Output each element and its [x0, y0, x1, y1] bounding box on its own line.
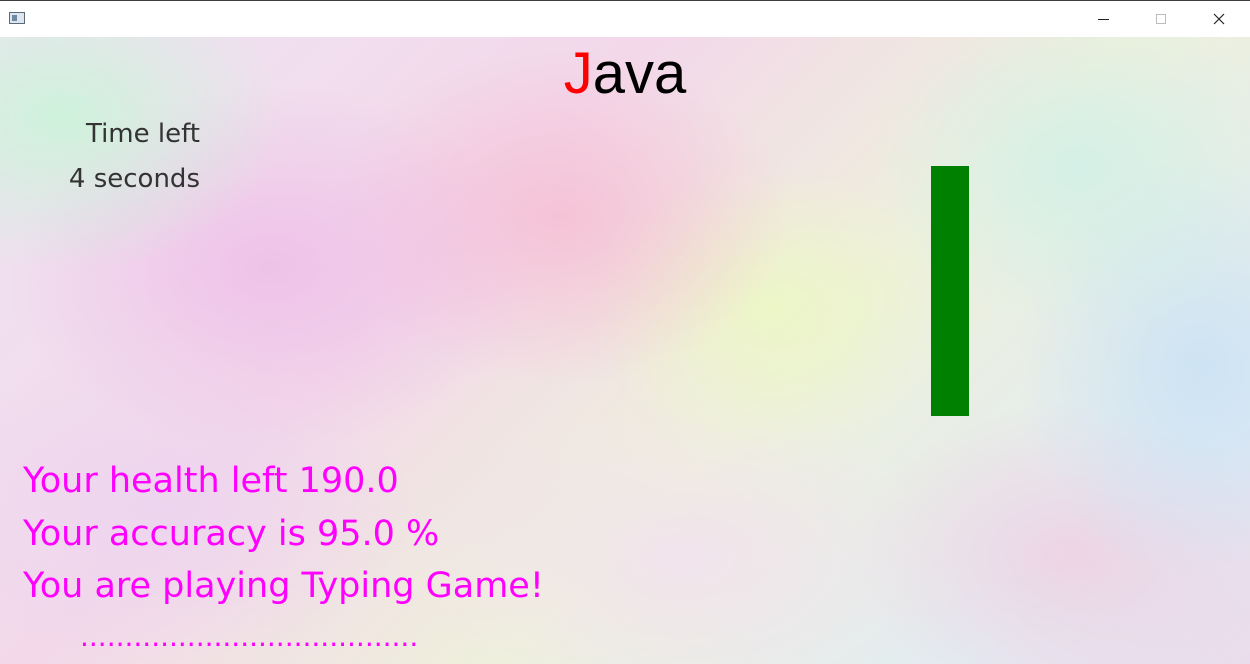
typed-letters: J	[563, 41, 593, 106]
health-bar	[931, 166, 969, 416]
close-button[interactable]	[1190, 1, 1248, 37]
maximize-button[interactable]	[1132, 1, 1190, 37]
typing-input-display: ......................................	[80, 620, 419, 653]
minimize-button[interactable]	[1074, 1, 1132, 37]
target-word: Java	[0, 43, 1250, 105]
health-bar-fill	[931, 166, 969, 416]
maximize-icon	[1156, 14, 1166, 24]
minimize-icon	[1097, 18, 1109, 20]
time-left-label: Time left	[85, 119, 200, 149]
window-titlebar	[0, 0, 1250, 37]
game-mode-status: You are playing Typing Game!	[23, 566, 544, 606]
time-left-value: 4 seconds	[68, 164, 200, 194]
game-canvas[interactable]: Java Time left 4 seconds Your health lef…	[0, 37, 1250, 664]
health-status: Your health left 190.0	[23, 461, 399, 501]
remaining-letters: ava	[592, 41, 687, 106]
close-icon	[1213, 13, 1225, 25]
accuracy-status: Your accuracy is 95.0 %	[23, 514, 440, 554]
app-window-icon[interactable]	[9, 12, 25, 24]
